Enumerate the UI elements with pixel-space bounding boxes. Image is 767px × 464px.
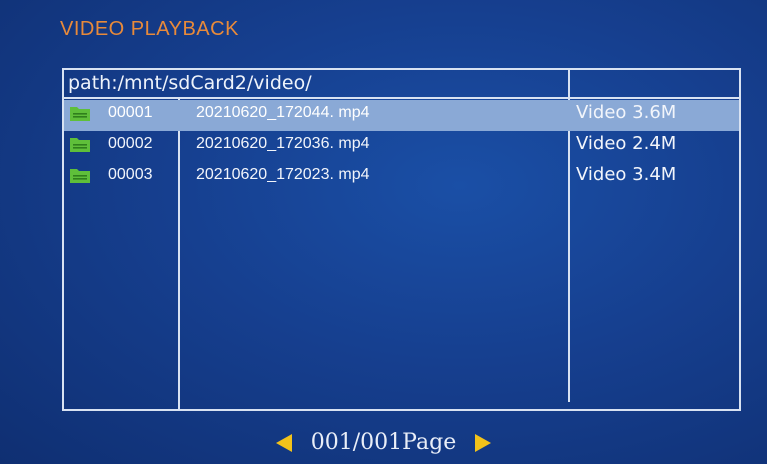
path-bar: path:/mnt/sdCard2/video/ — [64, 70, 739, 99]
file-info: Video 3.4M — [576, 164, 677, 185]
file-index: 00001 — [108, 104, 153, 121]
path-text: path:/mnt/sdCard2/video/ — [68, 72, 312, 94]
file-index: 00002 — [108, 135, 153, 152]
file-name: 20210620_172036. mp4 — [196, 135, 370, 152]
pagination: 001/001Page — [0, 430, 767, 455]
file-name: 20210620_172023. mp4 — [196, 166, 370, 183]
file-list: 00001 20210620_172044. mp4 Video 3.6M 00… — [64, 100, 739, 193]
file-row[interactable]: 00003 20210620_172023. mp4 Video 3.4M — [64, 162, 739, 193]
file-index: 00003 — [108, 166, 153, 183]
file-name: 20210620_172044. mp4 — [196, 104, 370, 121]
file-row[interactable]: 00001 20210620_172044. mp4 Video 3.6M — [64, 100, 739, 131]
page-title: VIDEO PLAYBACK — [60, 18, 239, 40]
arrow-right-icon[interactable] — [475, 433, 492, 452]
folder-icon — [70, 169, 90, 183]
folder-icon — [70, 138, 90, 152]
file-info: Video 3.6M — [576, 102, 677, 123]
folder-icon — [70, 107, 90, 121]
file-info: Video 2.4M — [576, 133, 677, 154]
file-browser-panel: path:/mnt/sdCard2/video/ 00001 20210620_… — [62, 68, 741, 411]
file-row[interactable]: 00002 20210620_172036. mp4 Video 2.4M — [64, 131, 739, 162]
arrow-left-icon[interactable] — [275, 433, 292, 452]
page-indicator: 001/001Page — [310, 430, 457, 455]
